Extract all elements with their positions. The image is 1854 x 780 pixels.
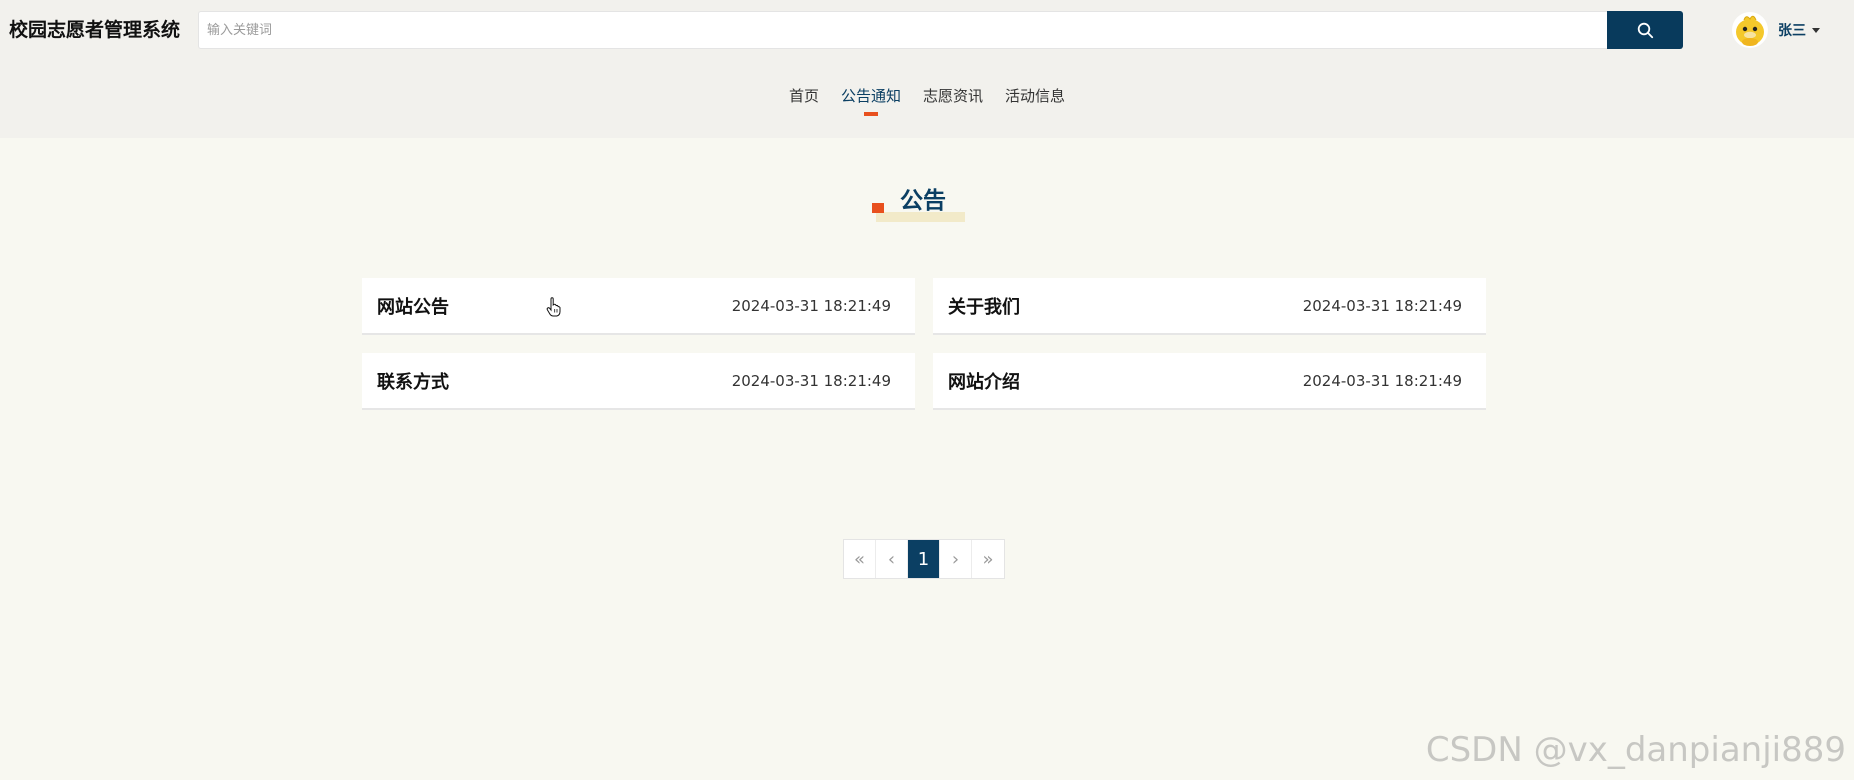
notice-date: 2024-03-31 18:21:49 [731, 296, 891, 315]
user-name: 张三 [1778, 23, 1806, 39]
notice-title: 网站介绍 [948, 371, 1020, 393]
notice-card[interactable]: 联系方式 2024-03-31 18:21:49 [362, 353, 915, 410]
user-menu[interactable]: 张三 [1732, 12, 1820, 48]
prev-page-button[interactable]: ‹ [876, 540, 908, 578]
next-page-button[interactable]: › [940, 540, 972, 578]
nav-item-notices[interactable]: 公告通知 [830, 84, 912, 116]
notice-title: 联系方式 [377, 371, 449, 393]
main-nav: 首页 公告通知 志愿资讯 活动信息 [0, 84, 1854, 116]
watermark: CSDN @vx_danpianji889 [1425, 730, 1846, 770]
section-heading: 公告 [872, 186, 982, 226]
notice-title: 关于我们 [948, 296, 1020, 318]
search-input[interactable] [198, 11, 1607, 49]
site-brand: 校园志愿者管理系统 [9, 19, 181, 41]
flag-icon [872, 203, 884, 213]
notice-date: 2024-03-31 18:21:49 [1302, 371, 1462, 390]
hand-cursor-icon [546, 297, 561, 317]
search-icon [1637, 22, 1653, 38]
nav-item-activities[interactable]: 活动信息 [994, 84, 1076, 108]
notice-list: 网站公告 2024-03-31 18:21:49 关于我们 2024-03-31… [362, 278, 1486, 410]
section-title: 公告 [900, 188, 946, 214]
notice-card[interactable]: 关于我们 2024-03-31 18:21:49 [933, 278, 1486, 335]
chevron-down-icon [1812, 27, 1820, 33]
pagination: « ‹ 1 › » [843, 539, 1005, 579]
duck-avatar-icon [1732, 12, 1768, 48]
current-page-button[interactable]: 1 [908, 540, 940, 578]
notice-card[interactable]: 网站介绍 2024-03-31 18:21:49 [933, 353, 1486, 410]
notice-date: 2024-03-31 18:21:49 [1302, 296, 1462, 315]
nav-item-volunteer-news[interactable]: 志愿资讯 [912, 84, 994, 108]
nav-item-home[interactable]: 首页 [778, 84, 830, 108]
first-page-button[interactable]: « [844, 540, 876, 578]
notice-title: 网站公告 [377, 296, 449, 318]
notice-card[interactable]: 网站公告 2024-03-31 18:21:49 [362, 278, 915, 335]
search-button[interactable] [1607, 11, 1683, 49]
notice-date: 2024-03-31 18:21:49 [731, 371, 891, 390]
last-page-button[interactable]: » [972, 540, 1004, 578]
search-bar [198, 11, 1683, 49]
header: 校园志愿者管理系统 张三 首页 公告通知 志愿资讯 [0, 0, 1854, 138]
